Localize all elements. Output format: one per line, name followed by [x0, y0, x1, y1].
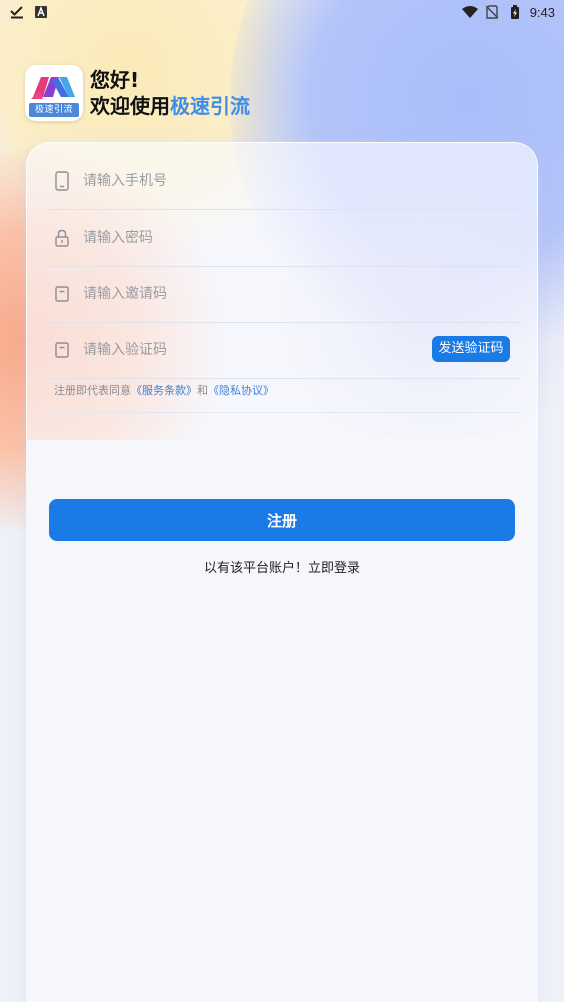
privacy-link[interactable]: 《隐私协议》 [208, 384, 274, 397]
download-done-icon [10, 5, 24, 19]
password-field[interactable] [45, 210, 520, 267]
code-box-icon [53, 284, 71, 304]
battery-charging-icon [510, 5, 520, 19]
register-button[interactable]: 注册 [49, 499, 515, 541]
agreement-prefix: 注册即代表同意 [54, 384, 131, 397]
invite-code-input[interactable] [83, 279, 520, 309]
status-bar: 9:43 [0, 0, 564, 24]
logo-label: 极速引流 [29, 103, 79, 117]
phone-icon [53, 171, 71, 191]
lock-icon [53, 228, 71, 248]
greeting-title: 您好! [90, 68, 140, 92]
no-sim-icon [485, 5, 500, 19]
phone-field[interactable] [45, 153, 520, 210]
verify-code-field[interactable]: 发送验证码 [45, 322, 520, 379]
brand-name: 极速引流 [170, 94, 250, 118]
clock: 9:43 [529, 4, 555, 20]
password-input[interactable] [83, 223, 520, 253]
login-link[interactable]: 以有该平台账户！立即登录 [0, 557, 564, 576]
agreement-text: 注册即代表同意《服务条款》和《隐私协议》 [54, 382, 274, 398]
font-a-icon [34, 5, 48, 19]
code-box-icon [53, 340, 71, 360]
welcome-text: 欢迎使用极速引流 [90, 93, 250, 119]
phone-input[interactable] [83, 166, 520, 196]
wifi-icon [461, 5, 478, 19]
welcome-prefix: 欢迎使用 [90, 94, 170, 118]
header: 极速引流 您好! 欢迎使用极速引流 [25, 65, 250, 121]
invite-code-field[interactable] [45, 266, 520, 323]
divider [45, 412, 520, 413]
terms-link[interactable]: 《服务条款》 [131, 384, 197, 397]
agreement-and: 和 [197, 384, 208, 397]
send-code-button[interactable]: 发送验证码 [432, 336, 510, 362]
app-logo: 极速引流 [25, 65, 83, 121]
